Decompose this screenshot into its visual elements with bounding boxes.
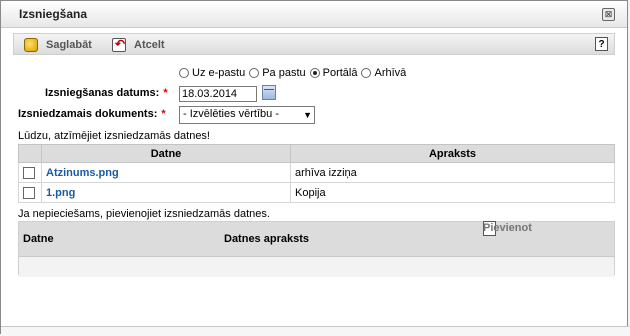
- document-label: Izsniedzamais dokuments:: [18, 108, 158, 120]
- add-file-label: Pievienot: [483, 222, 532, 234]
- dialog-title: Izsniegšana: [19, 7, 88, 21]
- radio-email[interactable]: Uz e-pastu: [179, 67, 245, 79]
- date-label: Izsniegšanas datums:: [45, 87, 160, 99]
- dialog-footer: [1, 326, 629, 336]
- issue-dialog: Izsniegšana ⊠ Saglabāt Atcelt ? Uz e-pas…: [0, 0, 629, 336]
- files-table: Datne Apraksts Atzinums.png arhīva izziņ…: [18, 144, 615, 203]
- upload-description-header: Datnes apraksts: [224, 233, 309, 245]
- document-label-row: Izsniedzamais dokuments: *: [18, 108, 166, 120]
- delivery-method-group: Uz e-pastu Pa pastu Portālā Arhīvā: [179, 67, 410, 79]
- upload-empty-row: [19, 256, 614, 277]
- row-checkbox[interactable]: [23, 166, 35, 179]
- save-icon: [24, 38, 38, 52]
- table-row: 1.png Kopija: [18, 182, 615, 203]
- file-link[interactable]: 1.png: [46, 187, 75, 199]
- radio-post[interactable]: Pa pastu: [249, 67, 306, 79]
- radio-portal-circle[interactable]: [309, 68, 320, 78]
- document-select[interactable]: - Izvēlēties vērtību - ▼: [179, 106, 315, 124]
- radio-portal[interactable]: Portālā: [309, 67, 358, 79]
- table-row: Atzinums.png arhīva izziņa: [18, 162, 615, 183]
- radio-archive[interactable]: Arhīvā: [361, 67, 406, 79]
- upload-instruction: Ja nepieciešams, pievienojiet izsniedzam…: [18, 208, 270, 220]
- document-select-value: - Izvēlēties vērtību -: [183, 108, 279, 120]
- issue-date-field[interactable]: 18.03.2014: [179, 86, 257, 102]
- toolbar: Saglabāt Atcelt ?: [13, 33, 615, 55]
- chevron-down-icon: ▼: [303, 110, 312, 120]
- radio-email-circle[interactable]: [179, 68, 189, 78]
- select-column-header: [18, 144, 42, 163]
- cancel-button[interactable]: Atcelt: [112, 36, 165, 54]
- upload-table: Datne Datnes apraksts Pievienot: [18, 220, 615, 277]
- row-checkbox[interactable]: [23, 186, 35, 199]
- dialog-titlebar: Izsniegšana ⊠: [1, 1, 627, 28]
- close-icon[interactable]: ⊠: [602, 8, 615, 21]
- file-cell: Atzinums.png: [41, 162, 291, 183]
- save-button[interactable]: Saglabāt: [24, 36, 92, 54]
- description-cell: Kopija: [290, 182, 615, 203]
- cancel-label: Atcelt: [134, 39, 165, 51]
- row-select-cell: [18, 162, 42, 183]
- files-instruction: Lūdzu, atzīmējiet izsniedzamās datnes!: [18, 130, 210, 142]
- radio-archive-circle[interactable]: [361, 68, 372, 78]
- radio-portal-label: Portālā: [322, 67, 358, 79]
- radio-post-label: Pa pastu: [262, 67, 306, 79]
- help-icon[interactable]: ?: [595, 37, 608, 51]
- radio-post-circle[interactable]: [249, 68, 260, 78]
- radio-email-label: Uz e-pastu: [192, 67, 246, 79]
- row-select-cell: [18, 182, 42, 203]
- radio-archive-label: Arhīvā: [374, 67, 407, 79]
- description-column-header: Apraksts: [290, 144, 615, 163]
- file-link[interactable]: Atzinums.png: [46, 167, 119, 179]
- calendar-icon[interactable]: [262, 85, 276, 100]
- file-cell: 1.png: [41, 182, 291, 203]
- required-mark: *: [161, 108, 166, 120]
- files-table-header: Datne Apraksts: [18, 144, 615, 163]
- undo-icon: [112, 37, 126, 52]
- required-mark: *: [163, 87, 168, 99]
- upload-file-header: Datne: [23, 233, 54, 245]
- upload-table-header: Datne Datnes apraksts Pievienot: [19, 220, 614, 256]
- save-label: Saglabāt: [46, 39, 92, 51]
- description-cell: arhīva izziņa: [290, 162, 615, 183]
- date-label-row: Izsniegšanas datums: *: [45, 87, 168, 99]
- file-column-header: Datne: [41, 144, 291, 163]
